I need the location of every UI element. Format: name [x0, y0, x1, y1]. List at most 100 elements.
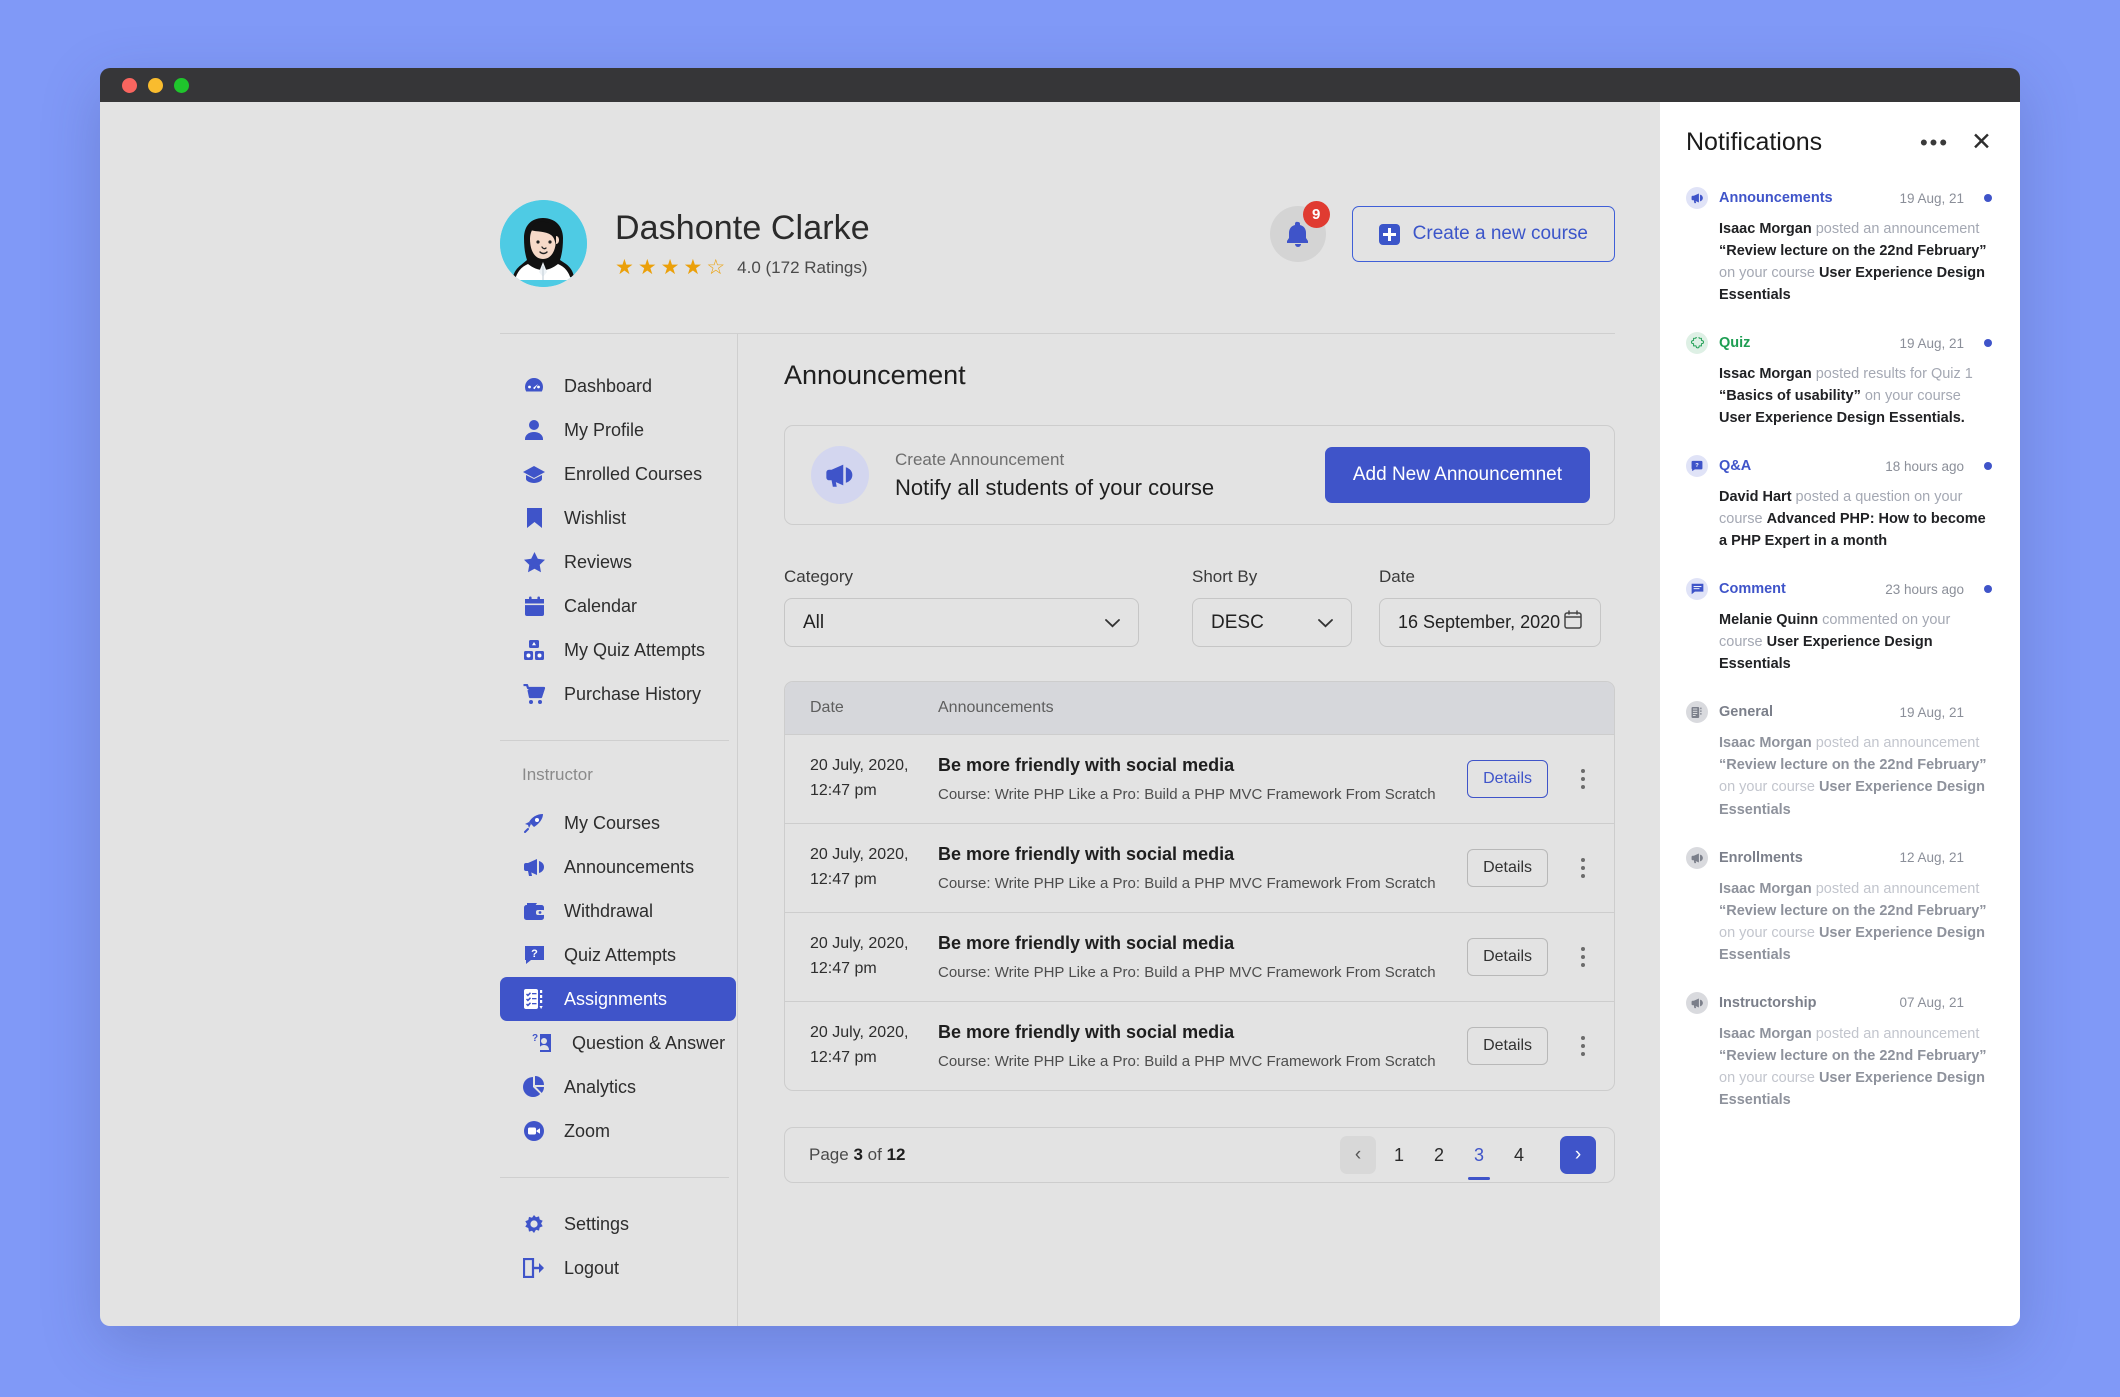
close-icon[interactable]: ✕: [1971, 130, 1992, 155]
notification-item[interactable]: Instructorship07 Aug, 21Isaac Morgan pos…: [1686, 992, 1992, 1111]
bookmark-icon: [522, 506, 546, 530]
row-more-menu-icon[interactable]: [1570, 947, 1596, 967]
date-filter: Date 16 September, 2020: [1352, 567, 1601, 647]
notifications-panel: Notifications ••• ✕ Announcements 19 Aug,…: [1660, 102, 2020, 1326]
notification-time: 19 Aug, 21: [1899, 336, 1964, 351]
details-button[interactable]: Details: [1467, 760, 1548, 798]
notification-body: Isaac Morgan posted an announcement “Rev…: [1686, 1023, 1992, 1111]
sidebar-item-label: Settings: [564, 1214, 629, 1235]
sidebar-item-reviews[interactable]: Reviews: [500, 540, 736, 584]
details-button[interactable]: Details: [1467, 938, 1548, 976]
star-icon: ★: [661, 257, 680, 278]
window-close-dot[interactable]: [122, 78, 137, 93]
sidebar-item-purchase-history[interactable]: Purchase History: [500, 672, 736, 716]
qa-icon: ?: [530, 1031, 554, 1055]
notification-unread-dot: [1984, 462, 1992, 470]
notification-item-header: ?Q&A18 hours ago: [1686, 455, 1992, 477]
sidebar: Dashboard My Profile Enrolled Courses: [500, 334, 738, 1326]
announcements-table: Date Announcements 20 July, 2020, 12:47 …: [784, 681, 1615, 1091]
pagination-prev-button[interactable]: ‹: [1340, 1136, 1376, 1174]
notification-item[interactable]: Quiz19 Aug, 21Issac Morgan posted result…: [1686, 332, 1992, 429]
sidebar-item-question-answer[interactable]: ? Question & Answer: [500, 1021, 736, 1065]
calendar-icon: [1564, 610, 1582, 635]
details-button[interactable]: Details: [1467, 1027, 1548, 1065]
row-date-line1: 20 July, 2020,: [810, 1021, 938, 1046]
notifications-bell-button[interactable]: 9: [1270, 206, 1326, 262]
pagination-prefix: Page: [809, 1145, 849, 1164]
sidebar-item-label: My Quiz Attempts: [564, 640, 705, 661]
sidebar-item-label: Calendar: [564, 596, 637, 617]
notification-item[interactable]: ?Q&A18 hours agoDavid Hart posted a ques…: [1686, 455, 1992, 552]
row-date-line2: 12:47 pm: [810, 1046, 938, 1071]
sidebar-item-logout[interactable]: Logout: [500, 1246, 736, 1290]
notifications-title: Notifications: [1686, 128, 1822, 157]
window-minimize-dot[interactable]: [148, 78, 163, 93]
table-header: Date Announcements: [785, 682, 1614, 734]
table-row[interactable]: 20 July, 2020, 12:47 pm Be more friendly…: [785, 823, 1614, 912]
pagination-page-4[interactable]: 4: [1502, 1136, 1536, 1174]
sidebar-item-withdrawal[interactable]: Withdrawal: [500, 889, 736, 933]
graduation-cap-icon: [522, 462, 546, 486]
megaphone-icon: [1686, 992, 1708, 1014]
sidebar-item-settings[interactable]: Settings: [500, 1202, 736, 1246]
pagination-next-button[interactable]: ›: [1560, 1136, 1596, 1174]
sidebar-item-my-quiz-attempts[interactable]: My Quiz Attempts: [500, 628, 736, 672]
notification-category: Announcements: [1719, 190, 1833, 206]
sidebar-item-analytics[interactable]: Analytics: [500, 1065, 736, 1109]
row-date: 20 July, 2020, 12:47 pm: [785, 843, 938, 893]
rating-text: 4.0 (172 Ratings): [737, 258, 867, 278]
sidebar-item-zoom[interactable]: Zoom: [500, 1109, 736, 1153]
sort-select[interactable]: DESC: [1192, 598, 1352, 647]
notification-time: 19 Aug, 21: [1899, 191, 1964, 206]
window-maximize-dot[interactable]: [174, 78, 189, 93]
notification-item[interactable]: Announcements19 Aug, 21Isaac Morgan post…: [1686, 187, 1992, 306]
notification-category: Enrollments: [1719, 850, 1803, 866]
row-more-menu-icon[interactable]: [1570, 858, 1596, 878]
create-new-course-label: Create a new course: [1413, 223, 1588, 245]
pagination-page-2[interactable]: 2: [1422, 1136, 1456, 1174]
notification-category: Q&A: [1719, 458, 1751, 474]
table-row[interactable]: 20 July, 2020, 12:47 pm Be more friendly…: [785, 1001, 1614, 1090]
notification-item[interactable]: Enrollments12 Aug, 21Isaac Morgan posted…: [1686, 847, 1992, 966]
sidebar-item-enrolled-courses[interactable]: Enrolled Courses: [500, 452, 736, 496]
row-date-line1: 20 July, 2020,: [810, 754, 938, 779]
star-icon: ★: [615, 257, 634, 278]
sidebar-item-dashboard[interactable]: Dashboard: [500, 364, 736, 408]
row-more-menu-icon[interactable]: [1570, 769, 1596, 789]
sidebar-item-assignments[interactable]: Assignments: [500, 977, 736, 1021]
app-main-region: Dashonte Clarke ★ ★ ★ ★ ☆ 4.0 (172 Ratin…: [100, 102, 1660, 1326]
sidebar-item-calendar[interactable]: Calendar: [500, 584, 736, 628]
app-window: Dashonte Clarke ★ ★ ★ ★ ☆ 4.0 (172 Ratin…: [100, 68, 2020, 1326]
sidebar-item-my-profile[interactable]: My Profile: [500, 408, 736, 452]
sidebar-item-label: Quiz Attempts: [564, 945, 676, 966]
avatar: [500, 200, 587, 287]
notification-time: 19 Aug, 21: [1899, 705, 1964, 720]
row-more-menu-icon[interactable]: [1570, 1036, 1596, 1056]
pagination-total: 12: [887, 1145, 906, 1164]
create-new-course-button[interactable]: Create a new course: [1352, 206, 1615, 262]
table-row[interactable]: 20 July, 2020, 12:47 pm Be more friendly…: [785, 912, 1614, 1001]
assignment-icon: [522, 987, 546, 1011]
sidebar-item-quiz-attempts[interactable]: ? Quiz Attempts: [500, 933, 736, 977]
row-date: 20 July, 2020, 12:47 pm: [785, 932, 938, 982]
notification-category: Instructorship: [1719, 995, 1816, 1011]
notification-item[interactable]: General19 Aug, 21Isaac Morgan posted an …: [1686, 701, 1992, 820]
table-row[interactable]: 20 July, 2020, 12:47 pm Be more friendly…: [785, 734, 1614, 823]
sidebar-item-announcements[interactable]: Announcements: [500, 845, 736, 889]
ellipsis-icon[interactable]: •••: [1920, 132, 1949, 154]
add-new-announcement-button[interactable]: Add New Announcemnet: [1325, 447, 1590, 503]
sidebar-item-my-courses[interactable]: My Courses: [500, 801, 736, 845]
notification-time: 23 hours ago: [1885, 582, 1964, 597]
notifications-header: Notifications ••• ✕: [1686, 128, 1992, 157]
notification-item[interactable]: Comment23 hours agoMelanie Quinn comment…: [1686, 578, 1992, 675]
user-icon: [522, 418, 546, 442]
pagination-page-3[interactable]: 3: [1462, 1136, 1496, 1174]
question-box-icon: ?: [1686, 455, 1708, 477]
pagination-page-1[interactable]: 1: [1382, 1136, 1416, 1174]
create-announcement-eyebrow: Create Announcement: [895, 450, 1325, 470]
category-select[interactable]: All: [784, 598, 1139, 647]
dashboard-icon: [522, 374, 546, 398]
details-button[interactable]: Details: [1467, 849, 1548, 887]
date-input[interactable]: 16 September, 2020: [1379, 598, 1601, 647]
sidebar-item-wishlist[interactable]: Wishlist: [500, 496, 736, 540]
